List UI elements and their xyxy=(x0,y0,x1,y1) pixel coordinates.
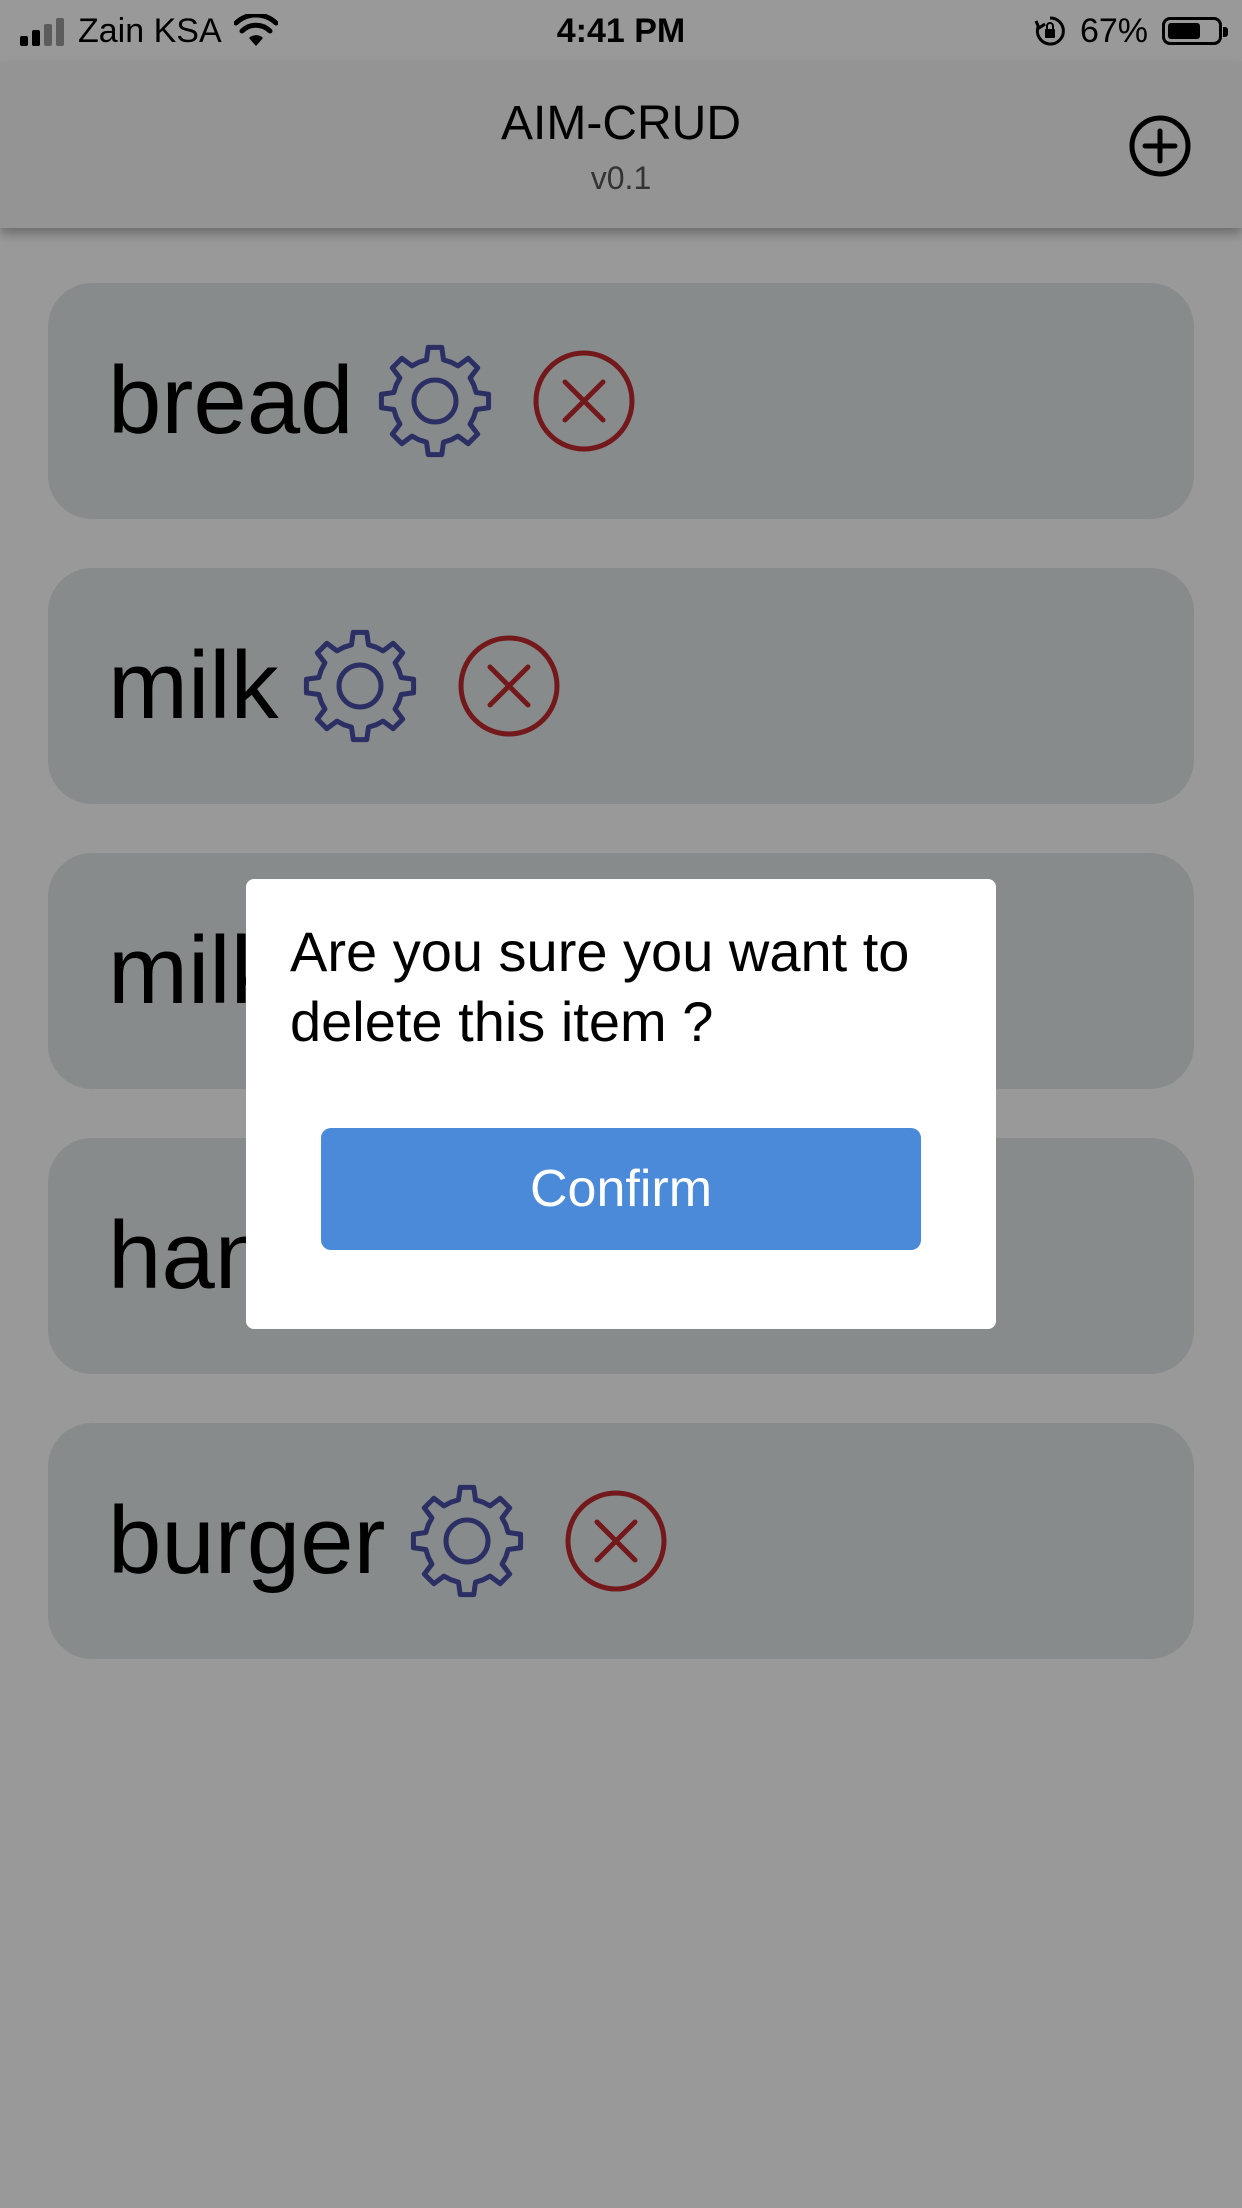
dialog-message: Are you sure you want to delete this ite… xyxy=(290,920,910,1053)
confirm-button[interactable]: Confirm xyxy=(321,1128,921,1250)
delete-confirm-dialog: Are you sure you want to delete this ite… xyxy=(246,879,996,1329)
